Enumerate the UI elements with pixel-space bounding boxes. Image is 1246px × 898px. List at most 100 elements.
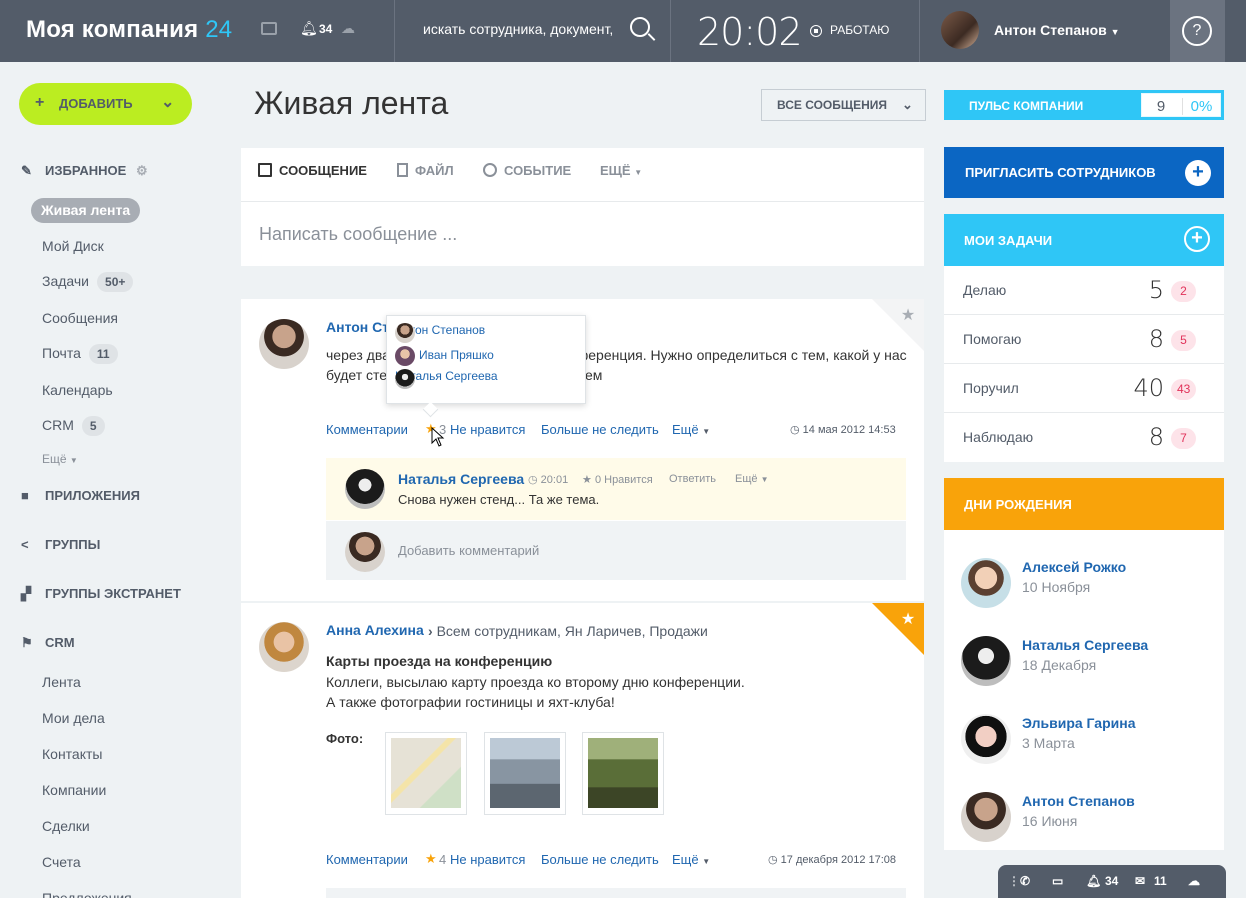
comments-link[interactable]: Комментарии (326, 422, 408, 437)
bell-icon[interactable]: 🔔︎ (1086, 874, 1101, 888)
crm-item-deals[interactable]: Сделки (42, 818, 90, 834)
add-comment-input[interactable]: Добавить комментарий (398, 541, 539, 561)
phone-icon[interactable]: ✆ (1020, 874, 1030, 888)
add-task-icon[interactable]: + (1184, 226, 1210, 252)
liker-item[interactable]: Антон Степанов (395, 323, 485, 343)
tab-more[interactable]: ЕЩЁ ▼ (600, 163, 642, 178)
help-button[interactable]: ? (1170, 0, 1225, 62)
sidebar-item-my-disk[interactable]: Мой Диск (42, 238, 104, 254)
search-input[interactable]: искать сотрудника, документ, (423, 21, 613, 37)
crm-item-companies[interactable]: Компании (42, 782, 106, 798)
message-input[interactable]: Написать сообщение ... (259, 224, 457, 245)
crm-item-feed[interactable]: Лента (42, 674, 81, 690)
post-author[interactable]: Анна Алехина (326, 622, 424, 638)
sidebar-item-live-feed[interactable]: Живая лента (31, 198, 141, 223)
star-icon[interactable]: ★ (425, 851, 437, 867)
avatar[interactable] (961, 792, 1011, 842)
messenger-bar: ⋮ ✆ ▭ 🔔︎ 34 ✉ 11 ☁ (998, 865, 1226, 898)
company-pulse[interactable]: ПУЛЬС КОМПАНИИ 9 0% (944, 90, 1224, 120)
tab-message[interactable]: СООБЩЕНИЕ (258, 163, 367, 178)
more-link[interactable]: Ещё ▼ (672, 422, 710, 437)
clock[interactable]: 20:02 (697, 10, 803, 54)
sidebar-item-mail[interactable]: Почта 11 (42, 344, 118, 364)
top-header: Моя компания 24 🔔︎ 34 ☁ искать сотрудник… (0, 0, 1246, 62)
author-avatar[interactable] (259, 319, 309, 369)
search-icon[interactable] (630, 17, 650, 37)
favorite-corner[interactable]: ★ (872, 603, 924, 655)
post-text: через два (326, 347, 390, 363)
comment-avatar[interactable] (345, 469, 385, 509)
photo-hotel[interactable] (484, 732, 566, 815)
crm-item-contacts[interactable]: Контакты (42, 746, 102, 762)
arrow-right-icon: › (428, 623, 433, 639)
photo-yacht-club[interactable] (582, 732, 664, 815)
comment-author[interactable]: Наталья Сергеева (398, 471, 524, 487)
plus-icon: + (1185, 160, 1211, 186)
comment-text: Снова нужен стенд... Та же тема. (398, 492, 600, 507)
section-crm[interactable]: ⚑ CRM (21, 635, 75, 651)
sidebar-item-crm[interactable]: CRM 5 (42, 416, 105, 436)
chat-icon[interactable]: ▭ (1052, 874, 1063, 888)
liker-item[interactable]: Наталья Сергеева (395, 369, 498, 389)
avatar[interactable] (961, 714, 1011, 764)
file-icon (397, 163, 408, 177)
crm-item-my-activities[interactable]: Мои дела (42, 710, 105, 726)
sidebar-more[interactable]: Ещё ▼ (42, 452, 78, 466)
unfollow-link[interactable]: Больше не следить (541, 852, 659, 867)
reply-link[interactable]: Ответить (669, 473, 716, 485)
invite-employees-button[interactable]: ПРИГЛАСИТЬ СОТРУДНИКОВ + (944, 147, 1224, 198)
more-link[interactable]: Ещё ▼ (672, 852, 710, 867)
cloud-icon[interactable]: ☁ (1188, 874, 1200, 888)
post-recipients[interactable]: › Всем сотрудникам, Ян Ларичев, Продажи (428, 621, 708, 641)
person-name[interactable]: Наталья Сергеева (1022, 637, 1148, 653)
photo-map[interactable] (385, 732, 467, 815)
bell-icon[interactable]: 🔔︎ (300, 20, 318, 37)
filter-dropdown[interactable]: ВСЕ СООБЩЕНИЯ ⌄ (761, 89, 926, 121)
unfollow-link[interactable]: Больше не следить (541, 422, 659, 437)
add-button[interactable]: + ДОБАВИТЬ ⌄ (19, 83, 192, 125)
favorites-header[interactable]: ✎ ИЗБРАННОЕ ⚙ (21, 163, 148, 179)
sidebar-item-tasks[interactable]: Задачи 50+ (42, 272, 134, 292)
user-menu[interactable]: Антон Степанов ▼ (994, 22, 1120, 38)
person-name[interactable]: Алексей Рожко (1022, 559, 1126, 575)
comment-like[interactable]: ★ 0 Нравится (582, 473, 653, 486)
cloud-icon[interactable]: ☁ (341, 20, 355, 37)
person-name[interactable]: Эльвира Гарина (1022, 715, 1136, 731)
logo[interactable]: Моя компания 24 (26, 16, 232, 44)
task-row-watching[interactable]: Наблюдаю 8 7 (944, 413, 1224, 462)
comments-link[interactable]: Комментарии (326, 852, 408, 867)
post-author[interactable]: Антон Ст (326, 319, 389, 335)
comment-more[interactable]: Ещё ▼ (735, 473, 769, 485)
user-avatar[interactable] (941, 11, 979, 49)
tasks-header[interactable]: МОИ ЗАДАЧИ + (944, 214, 1224, 266)
crm-item-invoices[interactable]: Счета (42, 854, 81, 870)
work-status[interactable]: РАБОТАЮ (810, 23, 889, 37)
liker-item[interactable]: Иван Пряшко (395, 346, 494, 366)
avatar (395, 369, 415, 389)
gear-icon[interactable]: ⚙ (136, 163, 148, 178)
messages-count[interactable]: 11 (1154, 874, 1167, 888)
tab-file[interactable]: ФАЙЛ (397, 163, 454, 178)
sidebar-item-messages[interactable]: Сообщения (42, 310, 118, 326)
section-apps[interactable]: ■ ПРИЛОЖЕНИЯ (21, 488, 140, 503)
avatar[interactable] (961, 636, 1011, 686)
section-groups[interactable]: < ГРУППЫ (21, 537, 100, 552)
dislike-link[interactable]: Не нравится (450, 422, 525, 437)
task-row-doing[interactable]: Делаю 5 2 (944, 266, 1224, 315)
favorite-corner[interactable]: ★ (872, 299, 924, 351)
author-avatar[interactable] (259, 622, 309, 672)
task-row-helping[interactable]: Помогаю 8 5 (944, 315, 1224, 364)
likes-count[interactable]: 4 (439, 852, 446, 867)
tab-event[interactable]: СОБЫТИЕ (483, 163, 571, 178)
avatar[interactable] (961, 558, 1011, 608)
section-extranet-groups[interactable]: ▞ ГРУППЫ ЭКСТРАНЕТ (21, 586, 181, 602)
sidebar-item-calendar[interactable]: Календарь (42, 382, 113, 398)
person-name[interactable]: Антон Степанов (1022, 793, 1135, 809)
notifications-count[interactable]: 34 (319, 22, 332, 36)
dislike-link[interactable]: Не нравится (450, 852, 525, 867)
task-row-assigned[interactable]: Поручил 40 43 (944, 364, 1224, 413)
chat-icon[interactable] (261, 22, 277, 35)
crm-item-quotes[interactable]: Предложения (42, 890, 132, 898)
mail-icon[interactable]: ✉ (1135, 874, 1145, 888)
notifications-count[interactable]: 34 (1105, 874, 1118, 888)
